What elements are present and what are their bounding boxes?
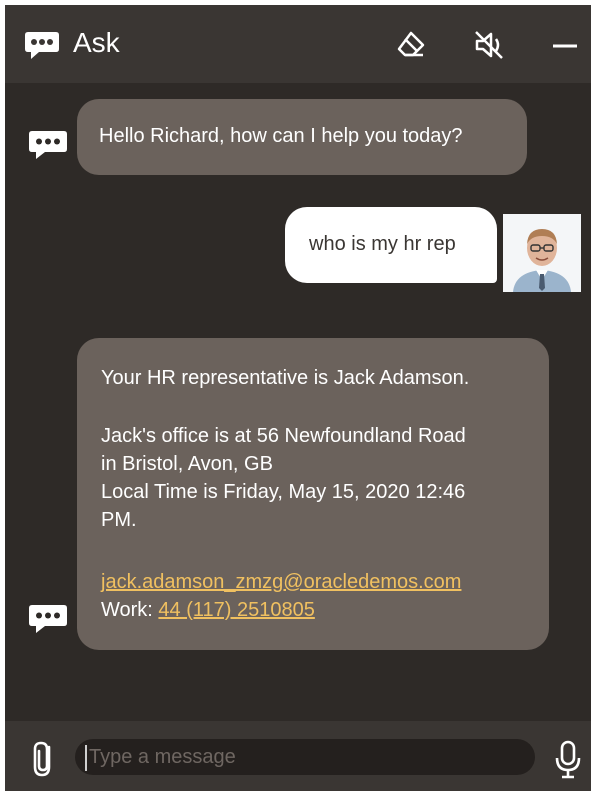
chat-window: Ask Hello Richard, how can I help you to… xyxy=(5,5,591,791)
work-label: Work: xyxy=(101,599,159,621)
text-cursor xyxy=(85,745,87,771)
clear-conversation-button[interactable] xyxy=(389,23,433,67)
chat-bot-icon xyxy=(25,32,59,59)
message-input[interactable] xyxy=(75,739,535,775)
bot-message: Hello Richard, how can I help you today? xyxy=(77,99,527,175)
response-line: PM. xyxy=(101,509,137,531)
user-message: who is my hr rep xyxy=(285,207,497,283)
chat-bot-icon xyxy=(29,605,67,633)
eraser-icon xyxy=(397,31,425,57)
bot-message: Your HR representative is Jack Adamson. … xyxy=(77,338,549,650)
microphone-button[interactable] xyxy=(553,739,583,781)
minimize-icon xyxy=(553,44,577,48)
conversation-pane: Hello Richard, how can I help you today?… xyxy=(5,83,591,721)
header-title: Ask xyxy=(73,27,120,58)
avatar xyxy=(503,214,581,292)
response-line: Jack's office is at 56 Newfoundland Road xyxy=(101,425,466,447)
header-bar: Ask xyxy=(5,5,591,83)
response-line: in Bristol, Avon, GB xyxy=(101,453,273,475)
composer-bar xyxy=(5,721,591,791)
response-line: Your HR representative is Jack Adamson. xyxy=(101,367,470,389)
minimize-button[interactable] xyxy=(543,23,587,67)
mute-icon xyxy=(475,31,503,59)
response-line: Local Time is Friday, May 15, 2020 12:46 xyxy=(101,481,466,503)
chat-bot-icon xyxy=(29,131,67,159)
mute-button[interactable] xyxy=(467,23,511,67)
email-link[interactable]: jack.adamson_zmzg@oracledemos.com xyxy=(101,571,461,593)
attachment-button[interactable] xyxy=(27,739,61,779)
phone-link[interactable]: 44 (117) 2510805 xyxy=(158,599,314,621)
